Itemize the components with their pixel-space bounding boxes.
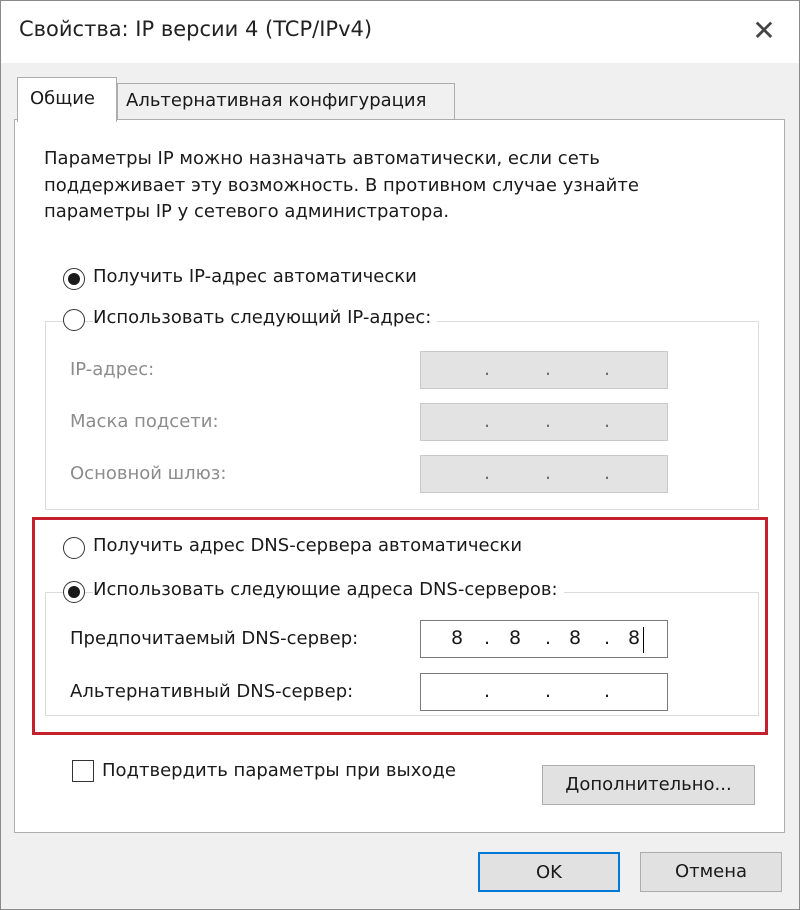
tab-panel: Параметры IP можно назначать автоматичес…: [14, 119, 785, 833]
default-gateway-dot: .: [603, 462, 611, 484]
advanced-button[interactable]: Дополнительно...: [542, 765, 755, 805]
radio-ip-manual-button[interactable]: [63, 309, 85, 331]
subnet-mask-dot: .: [544, 410, 552, 432]
ip-address-label: IP-адрес:: [70, 359, 155, 380]
dialog-window: Свойства: IP версии 4 (TCP/IPv4) ✕ Общие…: [0, 0, 800, 910]
window-title: Свойства: IP версии 4 (TCP/IPv4): [19, 17, 373, 41]
tab-general-label: Общие: [30, 88, 95, 109]
default-gateway-input: . . .: [420, 455, 668, 493]
default-gateway-dot: .: [483, 462, 491, 484]
radio-ip-manual-label: Использовать следующий IP-адрес:: [93, 307, 438, 328]
tab-general[interactable]: Общие: [17, 77, 117, 122]
ip-address-input: . . .: [420, 351, 668, 389]
subnet-mask-label: Маска подсети:: [70, 411, 219, 432]
radio-ip-auto-button[interactable]: [63, 268, 85, 290]
description-text: Параметры IP можно назначать автоматичес…: [44, 148, 639, 222]
dns-highlight-frame: [32, 517, 768, 735]
ip-address-dot: .: [483, 358, 491, 380]
title-bar: Свойства: IP версии 4 (TCP/IPv4) ✕: [1, 1, 799, 63]
tab-alternate-configuration[interactable]: Альтернативная конфигурация: [117, 83, 455, 120]
validate-on-exit-label[interactable]: Подтвердить параметры при выходе: [102, 760, 456, 781]
validate-on-exit-checkbox[interactable]: [72, 760, 94, 782]
subnet-mask-dot: .: [603, 410, 611, 432]
subnet-mask-dot: .: [483, 410, 491, 432]
cancel-button[interactable]: Отмена: [640, 852, 782, 892]
default-gateway-dot: .: [544, 462, 552, 484]
ip-address-dot: .: [603, 358, 611, 380]
subnet-mask-input: . . .: [420, 403, 668, 441]
ok-button[interactable]: OK: [478, 852, 620, 892]
close-icon[interactable]: ✕: [729, 1, 799, 63]
radio-ip-auto-label: Получить IP-адрес автоматически: [93, 266, 423, 287]
default-gateway-label: Основной шлюз:: [70, 463, 227, 484]
tab-alternate-label: Альтернативная конфигурация: [126, 90, 427, 111]
ip-address-dot: .: [544, 358, 552, 380]
